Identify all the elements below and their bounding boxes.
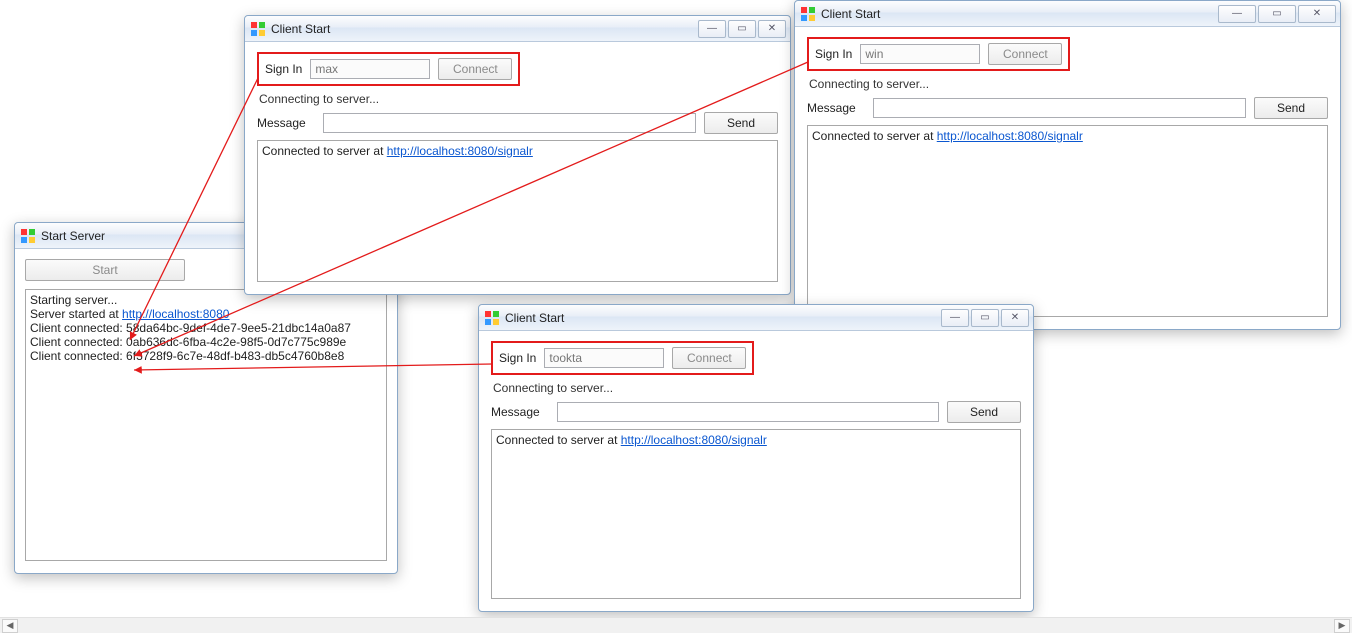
message-input[interactable] (873, 98, 1246, 118)
signin-highlight: Sign In Connect (491, 341, 754, 375)
status-text: Connecting to server... (257, 92, 778, 106)
status-text: Connecting to server... (807, 77, 1328, 91)
message-label: Message (491, 405, 549, 419)
message-row: Message Send (491, 401, 1021, 423)
client-log[interactable]: Connected to server at http://localhost:… (257, 140, 778, 282)
signin-label: Sign In (815, 47, 852, 61)
app-icon (485, 311, 499, 325)
maximize-button[interactable]: ▭ (1258, 5, 1296, 23)
log-text: Connected to server at (812, 129, 937, 143)
signin-input[interactable] (310, 59, 430, 79)
window-controls: — ▭ ✕ (941, 309, 1029, 327)
app-icon (21, 229, 35, 243)
message-label: Message (257, 116, 315, 130)
maximize-button[interactable]: ▭ (728, 20, 756, 38)
log-line: Starting server... (30, 293, 382, 307)
window-client-tookta[interactable]: Client Start — ▭ ✕ Sign In Connect Conne… (478, 304, 1034, 612)
window-client-win[interactable]: Client Start — ▭ ✕ Sign In Connect Conne… (794, 0, 1341, 330)
titlebar[interactable]: Client Start — ▭ ✕ (245, 16, 790, 42)
client-log[interactable]: Connected to server at http://localhost:… (807, 125, 1328, 317)
connect-button[interactable]: Connect (672, 347, 746, 369)
scroll-right-button[interactable]: ▶ (1334, 619, 1350, 633)
window-title: Client Start (505, 311, 935, 325)
scroll-left-button[interactable]: ◀ (2, 619, 18, 633)
client-log[interactable]: Connected to server at http://localhost:… (491, 429, 1021, 599)
connect-button[interactable]: Connect (988, 43, 1062, 65)
window-controls: — ▭ ✕ (698, 20, 786, 38)
send-button[interactable]: Send (1254, 97, 1328, 119)
client-body: Sign In Connect Connecting to server... … (245, 42, 790, 294)
status-text: Connecting to server... (491, 381, 1021, 395)
send-button[interactable]: Send (704, 112, 778, 134)
page-horizontal-scrollbar[interactable]: ◀ ▶ (0, 617, 1352, 633)
log-text: Connected to server at (496, 433, 621, 447)
server-log[interactable]: Starting server... Server started at htt… (25, 289, 387, 561)
log-line: Client connected: 0ab636dc-6fba-4c2e-98f… (30, 335, 382, 349)
close-button[interactable]: ✕ (1298, 5, 1336, 23)
window-title: Client Start (821, 7, 1212, 21)
message-label: Message (807, 101, 865, 115)
server-url-link[interactable]: http://localhost:8080/signalr (621, 433, 767, 447)
titlebar[interactable]: Client Start — ▭ ✕ (795, 1, 1340, 27)
send-button[interactable]: Send (947, 401, 1021, 423)
start-button[interactable]: Start (25, 259, 185, 281)
window-client-max[interactable]: Client Start — ▭ ✕ Sign In Connect Conne… (244, 15, 791, 295)
signin-highlight: Sign In Connect (257, 52, 520, 86)
close-button[interactable]: ✕ (1001, 309, 1029, 327)
log-text: Server started at (30, 307, 122, 321)
server-body: Start Starting server... Server started … (15, 249, 397, 573)
window-title: Client Start (271, 22, 692, 36)
server-url-link[interactable]: http://localhost:8080/signalr (387, 144, 533, 158)
signin-label: Sign In (265, 62, 302, 76)
app-icon (801, 7, 815, 21)
maximize-button[interactable]: ▭ (971, 309, 999, 327)
minimize-button[interactable]: — (941, 309, 969, 327)
app-icon (251, 22, 265, 36)
log-line: Client connected: 6f3728f9-6c7e-48df-b48… (30, 349, 382, 363)
client-body: Sign In Connect Connecting to server... … (795, 27, 1340, 329)
signin-highlight: Sign In Connect (807, 37, 1070, 71)
message-row: Message Send (257, 112, 778, 134)
message-input[interactable] (557, 402, 939, 422)
close-button[interactable]: ✕ (758, 20, 786, 38)
log-line: Server started at http://localhost:8080 (30, 307, 382, 321)
client-body: Sign In Connect Connecting to server... … (479, 331, 1033, 611)
window-controls: — ▭ ✕ (1218, 5, 1336, 23)
message-input[interactable] (323, 113, 696, 133)
signin-input[interactable] (544, 348, 664, 368)
server-url-link[interactable]: http://localhost:8080/signalr (937, 129, 1083, 143)
message-row: Message Send (807, 97, 1328, 119)
signin-input[interactable] (860, 44, 980, 64)
minimize-button[interactable]: — (698, 20, 726, 38)
log-line: Client connected: 58da64bc-9def-4de7-9ee… (30, 321, 382, 335)
titlebar[interactable]: Client Start — ▭ ✕ (479, 305, 1033, 331)
signin-label: Sign In (499, 351, 536, 365)
connect-button[interactable]: Connect (438, 58, 512, 80)
log-text: Connected to server at (262, 144, 387, 158)
server-url-link[interactable]: http://localhost:8080 (122, 307, 229, 321)
minimize-button[interactable]: — (1218, 5, 1256, 23)
